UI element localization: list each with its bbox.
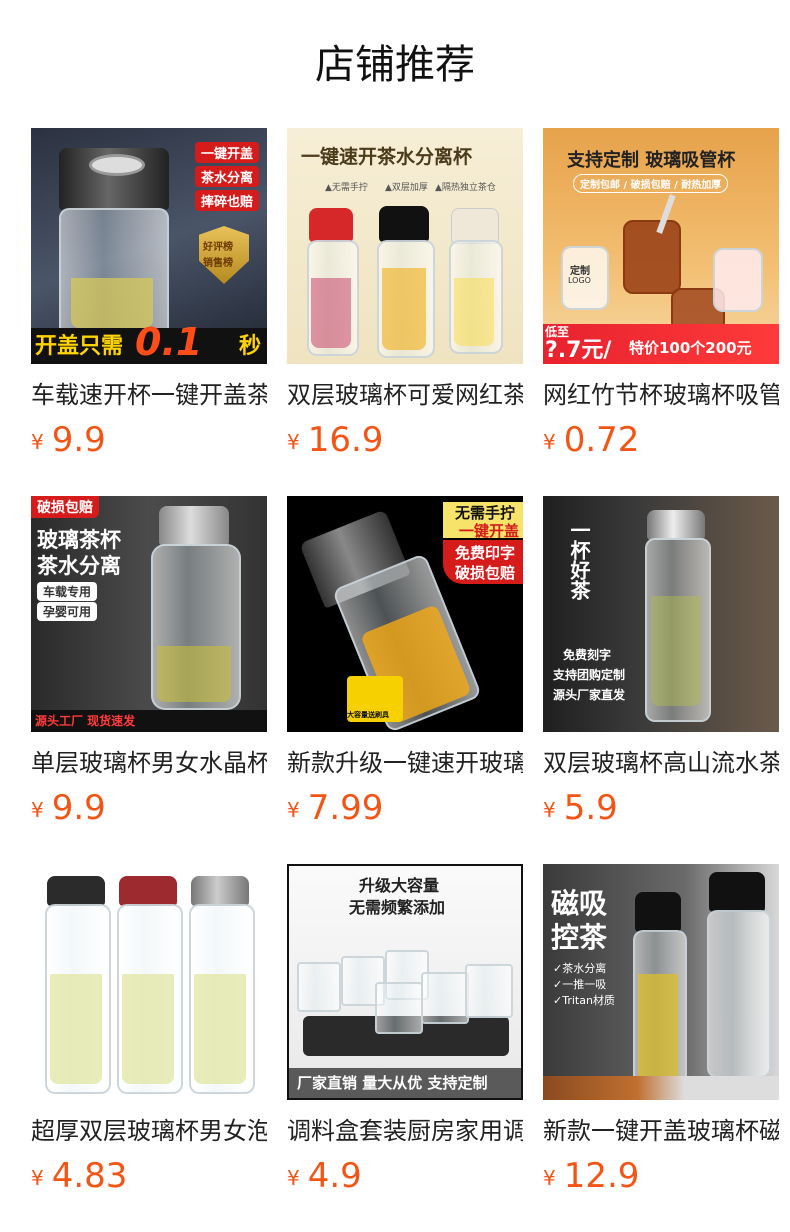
caption: 0.1 [135,320,203,364]
caption: LOGO [568,276,591,285]
caption: ✓一推一吸 [553,978,607,991]
product-card[interactable]: 破损包赔 玻璃茶杯 茶水分离 车载专用 孕婴可用 源头工厂 现货速发 单层玻璃杯… [31,496,267,864]
product-image[interactable]: 磁吸 控茶 ✓茶水分离 ✓一推一吸 ✓Tritan材质 [543,864,779,1100]
caption: 开盖只需 [35,334,124,359]
product-image[interactable]: 升级大容量 无需频繁添加 厂家直销 量大从优 支持定制 [287,864,523,1100]
product-card[interactable]: 升级大容量 无需频繁添加 厂家直销 量大从优 支持定制 调料盒套装厨房家用调味罐… [287,864,523,1232]
price-value: 7.99 [307,788,384,828]
price-value: 5.9 [563,788,618,828]
product-image[interactable]: 破损包赔 玻璃茶杯 茶水分离 车载专用 孕婴可用 源头工厂 现货速发 [31,496,267,732]
caption: 一键速开茶水分离杯 [301,146,473,168]
currency-symbol: ¥ [543,1166,556,1190]
price-value: 12.9 [563,1156,640,1196]
currency-symbol: ¥ [287,1166,300,1190]
product-name[interactable]: 双层玻璃杯高山流水茶杯 [543,746,779,780]
product-price: ¥5.9 [543,788,779,832]
product-name[interactable]: 新款一键开盖玻璃杯磁吸 [543,1114,779,1148]
caption: ✓Tritan材质 [553,994,615,1007]
price-value: 16.9 [307,420,384,460]
product-image[interactable]: 一杯好茶 免费刻字 支持团购定制 源头厂家直发 [543,496,779,732]
product-name[interactable]: 车载速开杯一键开盖茶水分离 [31,378,267,412]
caption: 茶水分离 [37,554,121,578]
page-title: 店铺推荐 [315,42,475,88]
product-price: ¥4.9 [287,1156,523,1200]
currency-symbol: ¥ [287,798,300,822]
caption: 破损包赔 [454,564,515,582]
product-image[interactable]: 无需手拧 一键开盖 免费印字 破损包赔 大容量送刷具 [287,496,523,732]
caption: 秒 [238,334,261,359]
product-card[interactable]: 磁吸 控茶 ✓茶水分离 ✓一推一吸 ✓Tritan材质 新款一键开盖玻璃杯磁吸 … [543,864,779,1232]
product-card[interactable]: 超厚双层玻璃杯男女泡茶杯 ¥4.83 [31,864,267,1232]
product-card[interactable]: 一杯好茶 免费刻字 支持团购定制 源头厂家直发 双层玻璃杯高山流水茶杯 ¥5.9 [543,496,779,864]
price-value: 9.9 [51,420,106,460]
price-value: 4.9 [307,1156,362,1196]
product-price: ¥9.9 [31,788,267,832]
currency-symbol: ¥ [287,430,300,454]
caption: 破损包赔 [31,496,99,518]
caption: 支持定制 玻璃吸管杯 [567,150,736,171]
product-price: ¥0.72 [543,420,779,464]
caption: 孕婴可用 [37,602,98,621]
caption: ▲无需手拧 [325,183,368,193]
caption: 源头厂家直发 [553,688,626,702]
currency-symbol: ¥ [543,430,556,454]
caption: 无需频繁添加 [349,898,446,917]
caption: 特价100个200元 [629,339,752,357]
caption: 控茶 [551,921,608,954]
caption: 大容量送刷具 [347,711,389,719]
product-card[interactable]: 无需手拧 一键开盖 免费印字 破损包赔 大容量送刷具 新款升级一键速开玻璃杯 ¥… [287,496,523,864]
caption: 支持团购定制 [553,668,626,682]
currency-symbol: ¥ [31,798,44,822]
caption: 一杯好茶 [567,520,591,600]
product-name[interactable]: 网红竹节杯玻璃杯吸管杯 [543,378,779,412]
caption: 一键开盖 [458,522,519,540]
product-price: ¥12.9 [543,1156,779,1200]
caption: 好评榜 [203,242,233,253]
product-price: ¥7.99 [287,788,523,832]
currency-symbol: ¥ [31,430,44,454]
caption: 免费刻字 [563,648,612,662]
price-value: 9.9 [51,788,106,828]
caption: 定制包邮 / 破损包赔 / 耐热加厚 [573,174,729,193]
product-name[interactable]: 新款升级一键速开玻璃杯 [287,746,523,780]
product-image[interactable]: 一键速开茶水分离杯 ▲无需手拧 ▲双层加厚 ▲隔热独立茶仓 [287,128,523,364]
product-grid: 一键开盖 茶水分离 摔碎也赔 好评榜 销售榜 开盖只需 0.1 秒 车载速开杯一… [31,128,779,1232]
caption: 免费印字 [454,544,515,562]
caption: 厂家直销 量大从优 支持定制 [297,1074,488,1092]
currency-symbol: ¥ [31,1166,44,1190]
caption: ?.7元/ [545,338,612,363]
product-image[interactable]: 一键开盖 茶水分离 摔碎也赔 好评榜 销售榜 开盖只需 0.1 秒 [31,128,267,364]
product-name[interactable]: 超厚双层玻璃杯男女泡茶杯 [31,1114,267,1148]
product-image[interactable]: 支持定制 玻璃吸管杯 定制包邮 / 破损包赔 / 耐热加厚 定制 LOGO 低至… [543,128,779,364]
price-value: 0.72 [563,420,640,460]
caption: 一键开盖 [194,142,259,163]
product-card[interactable]: 支持定制 玻璃吸管杯 定制包邮 / 破损包赔 / 耐热加厚 定制 LOGO 低至… [543,128,779,496]
product-image[interactable] [31,864,267,1100]
caption: 源头工厂 现货速发 [35,714,136,728]
product-price: ¥16.9 [287,420,523,464]
price-value: 4.83 [51,1156,128,1196]
caption: 定制 [570,266,590,277]
caption: 车载专用 [37,582,98,601]
caption: ✓茶水分离 [553,962,607,975]
product-price: ¥9.9 [31,420,267,464]
caption: ▲隔热独立茶仓 [435,183,496,193]
product-card[interactable]: 一键开盖 茶水分离 摔碎也赔 好评榜 销售榜 开盖只需 0.1 秒 车载速开杯一… [31,128,267,496]
caption: ▲双层加厚 [385,183,428,193]
caption: 茶水分离 [194,166,259,187]
product-name[interactable]: 双层玻璃杯可爱网红茶水分离 [287,378,523,412]
currency-symbol: ¥ [543,798,556,822]
caption: 摔碎也赔 [194,190,259,211]
product-card[interactable]: 一键速开茶水分离杯 ▲无需手拧 ▲双层加厚 ▲隔热独立茶仓 双层玻璃杯可爱网红茶… [287,128,523,496]
caption: 销售榜 [203,258,233,269]
caption: 升级大容量 [359,876,440,895]
product-name[interactable]: 单层玻璃杯男女水晶杯 [31,746,267,780]
product-name[interactable]: 调料盒套装厨房家用调味罐 [287,1114,523,1148]
product-price: ¥4.83 [31,1156,267,1200]
